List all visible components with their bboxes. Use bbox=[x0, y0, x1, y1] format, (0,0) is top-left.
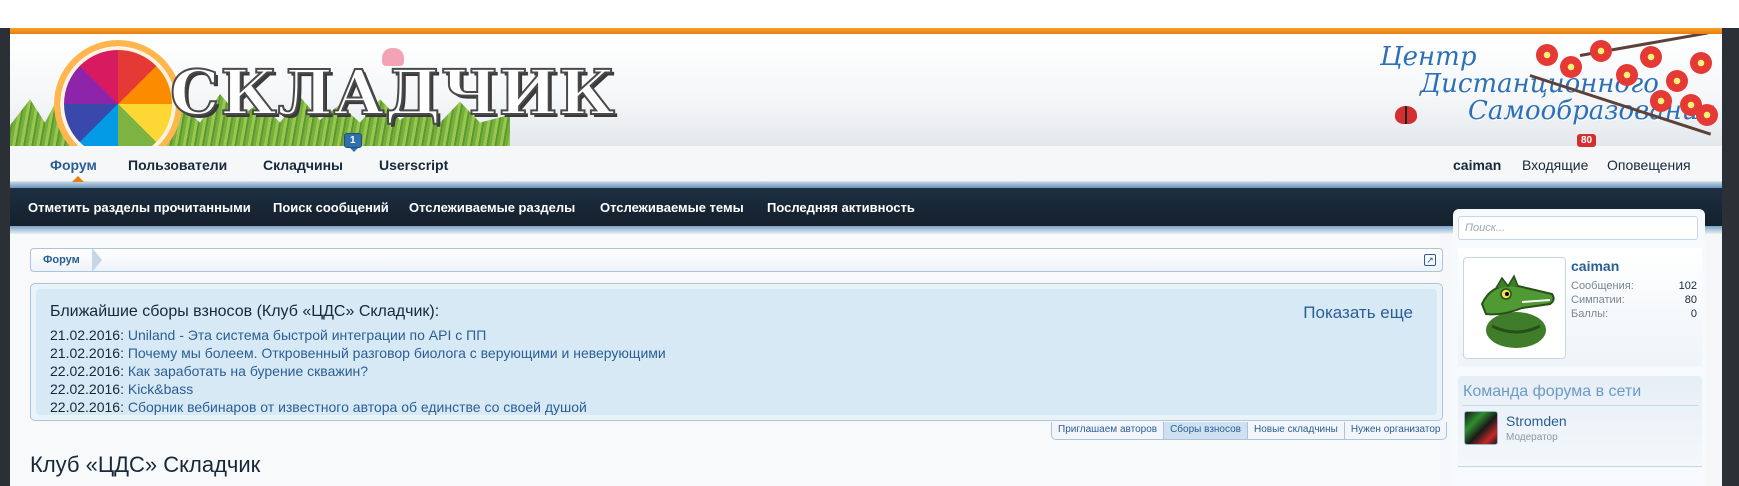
tab-fundraising[interactable]: Сборы взносов bbox=[1163, 422, 1248, 440]
breadcrumb: Форум ↗ bbox=[30, 248, 1443, 272]
stat-label-messages: Сообщения: bbox=[1571, 280, 1634, 292]
inbox-count-badge: 80 bbox=[1577, 134, 1597, 147]
skladchiny-count-badge: 1 bbox=[344, 133, 362, 152]
notice-list: 21.02.2016: Uniland - Эта система быстро… bbox=[50, 326, 666, 416]
tab-need-organizer[interactable]: Нужен организатор bbox=[1343, 422, 1448, 440]
tab-forum[interactable]: Форум bbox=[50, 157, 97, 173]
avatar[interactable] bbox=[1463, 257, 1566, 359]
watched-forums-link[interactable]: Отслеживаемые разделы bbox=[409, 200, 575, 215]
notice-link[interactable]: Как заработать на бурение скважин? bbox=[128, 363, 368, 379]
breadcrumb-item-forum[interactable]: Форум bbox=[31, 249, 93, 271]
moderator-role: Модератор bbox=[1506, 432, 1558, 443]
notice-date: 22.02.2016 bbox=[50, 381, 121, 397]
notice-link[interactable]: Kick&bass bbox=[128, 381, 193, 397]
watched-threads-link[interactable]: Отслеживаемые темы bbox=[600, 200, 744, 215]
notice-link[interactable]: Uniland - Эта система быстрой интеграции… bbox=[128, 327, 486, 343]
sidebar-divider bbox=[1458, 466, 1702, 467]
inbox-link[interactable]: Входящие bbox=[1522, 157, 1588, 173]
notice-item: 22.02.2016: Сборник вебинаров от известн… bbox=[50, 399, 587, 415]
notice-item: 21.02.2016: Uniland - Эта система быстро… bbox=[50, 327, 487, 343]
stat-label-likes: Симпатии: bbox=[1571, 294, 1625, 306]
notice-item: 21.02.2016: Почему мы болеем. Откровенны… bbox=[50, 345, 666, 361]
sidebar-divider bbox=[1463, 405, 1698, 406]
notice-body: Ближайшие сборы взносов (Клуб «ЦДС» Скла… bbox=[36, 289, 1437, 415]
tab-skladchiny[interactable]: Складчины bbox=[263, 157, 343, 173]
notice-title: Ближайшие сборы взносов (Клуб «ЦДС» Скла… bbox=[50, 303, 440, 320]
logo-orange-icon[interactable] bbox=[54, 40, 182, 146]
moderator-name[interactable]: Stromden bbox=[1506, 413, 1567, 429]
notice-date: 22.02.2016 bbox=[50, 399, 121, 415]
staff-online-heading: Команда форума в сети bbox=[1463, 383, 1642, 400]
ladybug-icon bbox=[1395, 106, 1417, 124]
tab-users[interactable]: Пользователи bbox=[128, 157, 227, 173]
notice-tabs: Приглашаем авторов Сборы взносов Новые с… bbox=[1051, 422, 1448, 440]
notice-link[interactable]: Почему мы болеем. Откровенный разговор б… bbox=[128, 345, 666, 361]
show-more-link[interactable]: Показать еще bbox=[1303, 303, 1413, 323]
notice-date: 22.02.2016 bbox=[50, 363, 121, 379]
sidebar-username[interactable]: caiman bbox=[1571, 258, 1619, 274]
notice-date: 21.02.2016 bbox=[50, 327, 121, 343]
fundraising-notice: Ближайшие сборы взносов (Клуб «ЦДС» Скла… bbox=[30, 283, 1443, 421]
user-menu-username[interactable]: caiman bbox=[1453, 157, 1501, 173]
external-link-icon[interactable]: ↗ bbox=[1424, 254, 1436, 266]
site-header: СКЛАДЧИК Центр Дистанционного Самообразо… bbox=[10, 34, 1722, 146]
alerts-link[interactable]: Оповещения bbox=[1607, 157, 1691, 173]
notice-date: 21.02.2016 bbox=[50, 345, 121, 361]
stat-value-points[interactable]: 0 bbox=[1691, 308, 1697, 320]
search-posts-link[interactable]: Поиск сообщений bbox=[273, 200, 389, 215]
page-title: Клуб «ЦДС» Складчик bbox=[30, 452, 261, 477]
crocodile-avatar-icon bbox=[1480, 274, 1555, 348]
search-input[interactable] bbox=[1458, 216, 1698, 240]
sakura-branch-illustration bbox=[1520, 34, 1722, 136]
notice-link[interactable]: Сборник вебинаров от известного автора о… bbox=[128, 399, 587, 415]
stat-value-messages[interactable]: 102 bbox=[1679, 280, 1697, 292]
stat-value-likes[interactable]: 80 bbox=[1685, 294, 1697, 306]
tab-new-skladchiny[interactable]: Новые складчины bbox=[1246, 422, 1345, 440]
site-logo-text[interactable]: СКЛАДЧИК bbox=[169, 55, 616, 130]
recent-activity-link[interactable]: Последняя активность bbox=[767, 200, 915, 215]
breadcrumb-arrow bbox=[93, 249, 102, 271]
notice-item: 22.02.2016: Kick&bass bbox=[50, 381, 194, 397]
notice-item: 22.02.2016: Как заработать на бурение ск… bbox=[50, 363, 369, 379]
tab-invite-authors[interactable]: Приглашаем авторов bbox=[1051, 422, 1165, 440]
stat-label-points: Баллы: bbox=[1571, 308, 1609, 320]
mark-read-link[interactable]: Отметить разделы прочитанными bbox=[28, 200, 251, 215]
tab-userscript[interactable]: Userscript bbox=[379, 157, 448, 173]
primary-nav: Форум Пользователи Складчины 1 Userscrip… bbox=[10, 133, 1722, 182]
moderator-avatar[interactable] bbox=[1464, 411, 1498, 445]
browser-top-strip bbox=[0, 0, 1739, 28]
